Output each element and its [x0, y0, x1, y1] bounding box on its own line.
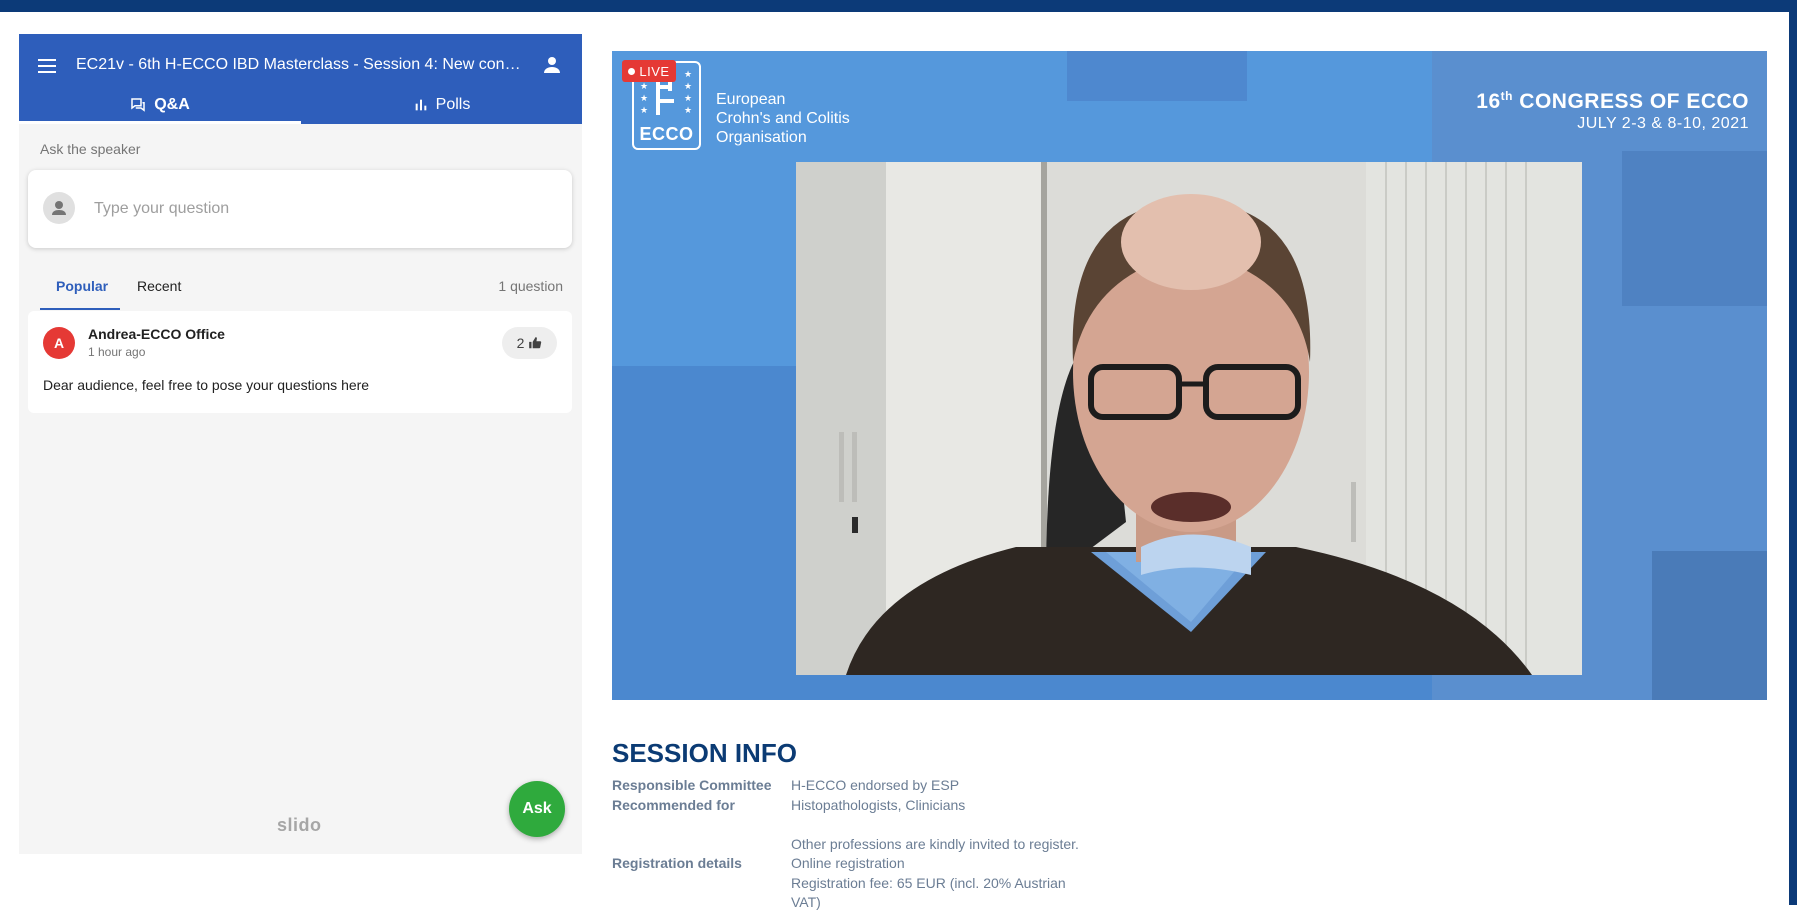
- chat-bubbles-icon: [131, 98, 145, 112]
- info-value-registration-line: Other professions are kindly invited to …: [791, 836, 1079, 852]
- svg-text:★: ★: [684, 94, 692, 104]
- video-bg-block: [1622, 151, 1767, 306]
- ask-button[interactable]: Ask: [509, 781, 565, 837]
- like-button[interactable]: 2: [502, 327, 557, 359]
- like-count: 2: [516, 335, 525, 351]
- slido-logo: slido: [277, 815, 322, 835]
- author-avatar: A: [43, 327, 75, 359]
- sort-tab-indicator: [40, 308, 120, 310]
- tab-qa-label: Q&A: [154, 96, 190, 113]
- ecco-logo-text: ECCO: [639, 124, 694, 144]
- svg-text:★: ★: [684, 70, 692, 80]
- bar-chart-icon: [415, 99, 426, 111]
- tab-qa[interactable]: Q&A: [19, 86, 300, 124]
- congress-dates: JULY 2-3 & 8-10, 2021: [1577, 115, 1749, 132]
- ask-the-speaker-label: Ask the speaker: [40, 141, 141, 157]
- live-badge: LIVE: [622, 60, 676, 82]
- info-value-registration-line: Online registration: [791, 855, 905, 871]
- session-info-heading: SESSION INFO: [612, 738, 797, 768]
- thumbs-up-icon: [529, 337, 542, 349]
- question-input[interactable]: [94, 196, 534, 222]
- svg-text:★: ★: [684, 82, 692, 92]
- org-name-line: Organisation: [716, 129, 807, 146]
- video-bg-block: [1652, 551, 1767, 700]
- active-tab-indicator: [19, 121, 301, 124]
- svg-text:★: ★: [684, 106, 692, 116]
- info-label-registration: Registration details: [612, 855, 742, 871]
- video-player[interactable]: ★★★★ ★★★★ ECCO LIVE European Crohn's and…: [612, 51, 1767, 700]
- tab-polls[interactable]: Polls: [301, 86, 582, 124]
- question-time: 1 hour ago: [88, 345, 146, 359]
- info-label-committee: Responsible Committee: [612, 777, 772, 793]
- question-author: Andrea-ECCO Office: [88, 326, 225, 342]
- info-value-recommended: Histopathologists, Clinicians: [791, 797, 966, 813]
- slido-panel: EC21v - 6th H-ECCO IBD Masterclass - Ses…: [19, 34, 582, 854]
- speaker-video-frame: [796, 162, 1582, 675]
- speaker-webcam-feed: [796, 162, 1582, 675]
- svg-text:★: ★: [640, 94, 648, 104]
- user-account-icon[interactable]: [540, 53, 564, 77]
- anonymous-avatar-icon: [43, 192, 75, 224]
- question-composer[interactable]: [28, 170, 572, 248]
- question-text: Dear audience, feel free to pose your qu…: [43, 377, 370, 393]
- live-label: LIVE: [639, 63, 670, 79]
- congress-suffix: th: [1500, 89, 1513, 103]
- info-value-registration-line: Registration fee: 65 EUR (incl. 20% Aust…: [791, 875, 1066, 891]
- question-count: 1 question: [498, 278, 563, 294]
- sort-tab-popular[interactable]: Popular: [56, 278, 108, 294]
- info-value-registration-line: VAT): [791, 894, 821, 910]
- svg-text:★: ★: [640, 82, 648, 92]
- event-title: EC21v - 6th H-ECCO IBD Masterclass - Ses…: [76, 56, 526, 73]
- svg-text:★: ★: [640, 106, 648, 116]
- org-name-line: European: [716, 91, 786, 108]
- organisation-name: European Crohn's and Colitis Organisatio…: [716, 90, 850, 147]
- menu-icon[interactable]: [35, 54, 59, 78]
- org-name-line: Crohn's and Colitis: [716, 110, 850, 127]
- slido-header: EC21v - 6th H-ECCO IBD Masterclass - Ses…: [19, 34, 582, 124]
- live-dot-icon: [628, 67, 636, 75]
- right-edge-bar: [1789, 0, 1797, 905]
- tab-polls-label: Polls: [435, 96, 471, 113]
- video-bg-block: [1067, 51, 1247, 101]
- info-value-committee: H-ECCO endorsed by ESP: [791, 777, 960, 793]
- congress-title: 16th CONGRESS OF ECCO: [1476, 89, 1749, 114]
- sort-tab-recent[interactable]: Recent: [137, 278, 181, 294]
- congress-number: 16: [1476, 90, 1501, 113]
- top-bar: [0, 0, 1797, 12]
- info-label-recommended: Recommended for: [612, 797, 735, 813]
- question-card: A Andrea-ECCO Office 1 hour ago 2 Dear a…: [28, 311, 572, 413]
- congress-name: CONGRESS OF ECCO: [1519, 90, 1749, 113]
